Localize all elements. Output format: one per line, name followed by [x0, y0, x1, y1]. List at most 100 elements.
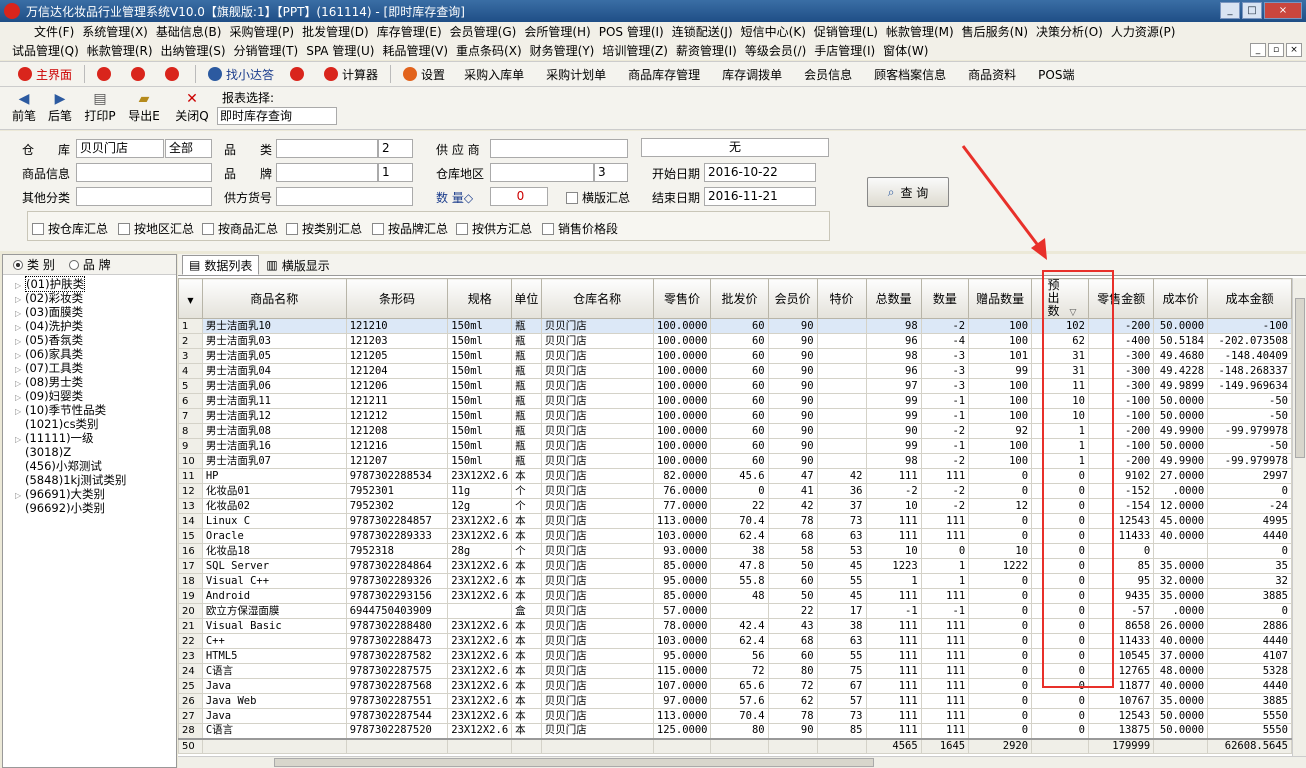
tree-item[interactable]: ▷ (11111)一级	[3, 431, 176, 445]
table-row[interactable]: 21 Visual Basic 9787302288480 23X12X2.6 本贝贝门…	[178, 618, 1292, 634]
table-row[interactable]: 16 化妆品18 7952318 28g 个贝贝门店 93.0000 38 58 53 10 0 10…	[178, 543, 1292, 559]
menu-item-5[interactable]: 库存管理(E)	[373, 23, 446, 40]
row-number[interactable]: 24	[178, 663, 203, 679]
row-number[interactable]: 6	[178, 393, 203, 409]
restore-button[interactable]: □	[1242, 2, 1262, 19]
toolbar-link-6[interactable]: 商品资料	[957, 63, 1027, 85]
category-radio[interactable]: 类 别	[13, 256, 55, 273]
column-header-8[interactable]: 会员价	[767, 278, 818, 319]
row-number[interactable]: 7	[178, 408, 203, 424]
menu2-item-9[interactable]: 薪资管理(I)	[672, 42, 741, 59]
menu2-item-2[interactable]: 出纳管理(S)	[157, 42, 230, 59]
menu-item-14[interactable]: 决策分析(O)	[1032, 23, 1107, 40]
menu-item-4[interactable]: 批发管理(D)	[298, 23, 373, 40]
row-number[interactable]: 2	[178, 333, 203, 349]
brand-radio[interactable]: 品 牌	[68, 256, 111, 273]
table-row[interactable]: 18 Visual C++ 9787302289326 23X12X2.6 本贝贝门店 9…	[178, 573, 1292, 589]
menu2-item-11[interactable]: 手店管理(I)	[810, 42, 879, 59]
tree-item[interactable]: (5848)1kj测试类别	[3, 473, 176, 487]
row-number[interactable]: 11	[178, 468, 203, 484]
menu-item-12[interactable]: 帐款管理(M)	[882, 23, 958, 40]
table-row[interactable]: 1 男士洁面乳10 121210 150ml 瓶贝贝门店 100.0000 60 90 98 -2…	[178, 318, 1292, 334]
brand-field[interactable]	[276, 163, 378, 182]
menu-item-11[interactable]: 促销管理(L)	[810, 23, 882, 40]
column-header-11[interactable]: 数量	[920, 278, 970, 319]
menu-item-0[interactable]: 文件(F)	[30, 23, 78, 40]
filter-icon[interactable]: ▽	[1070, 308, 1077, 318]
tree-item[interactable]: (96692)小类别	[3, 501, 176, 515]
menu-item-13[interactable]: 售后服务(N)	[958, 23, 1032, 40]
row-number[interactable]: 22	[178, 633, 203, 649]
tree-item[interactable]: ▷ (05)香氛类	[3, 333, 176, 347]
find-button[interactable]: 找小达答	[200, 63, 282, 85]
tree-item[interactable]: ▷ (07)工具类	[3, 361, 176, 375]
row-number[interactable]: 12	[178, 483, 203, 499]
row-number[interactable]: 8	[178, 423, 203, 439]
row-number[interactable]: 18	[178, 573, 203, 589]
expand-icon[interactable]: ▷	[15, 433, 25, 447]
table-row[interactable]: 26 Java Web 9787302287551 23X12X2.6 本贝贝门店 97.…	[178, 693, 1292, 709]
menu-item-10[interactable]: 短信中心(K)	[737, 23, 810, 40]
row-number[interactable]: 16	[178, 543, 203, 559]
menu-item-7[interactable]: 会所管理(H)	[520, 23, 594, 40]
row-number[interactable]: 23	[178, 648, 203, 664]
table-row[interactable]: 11 HP 9787302288534 23X12X2.6 本贝贝门店 82.0000 45…	[178, 468, 1292, 484]
category-field[interactable]	[276, 139, 378, 158]
mdi-minimize-button[interactable]: _	[1250, 43, 1266, 57]
tab-data-list[interactable]: ▤ 数据列表	[182, 255, 260, 275]
toolbar-link-4[interactable]: 会员信息	[793, 63, 863, 85]
sum-option-0[interactable]: 按仓库汇总	[32, 220, 108, 237]
other-category-field[interactable]	[76, 187, 212, 206]
mdi-close-button[interactable]: ×	[1286, 43, 1302, 57]
tab-landscape[interactable]: ▥ 横版显示	[259, 255, 336, 275]
table-row[interactable]: 7 男士洁面乳12 121212 150ml 瓶贝贝门店 100.0000 60 90 99 -1…	[178, 408, 1292, 424]
sum-option-6[interactable]: 销售价格段	[542, 220, 618, 237]
row-number[interactable]: 5	[178, 378, 203, 394]
toolbar-link-5[interactable]: 顾客档案信息	[863, 63, 957, 85]
row-number[interactable]: 14	[178, 513, 203, 529]
sum-option-3[interactable]: 按类别汇总	[286, 220, 362, 237]
menu2-item-1[interactable]: 帐款管理(R)	[83, 42, 157, 59]
table-row[interactable]: 17 SQL Server 9787302284864 23X12X2.6 本贝贝门店 8…	[178, 558, 1292, 574]
menu2-item-5[interactable]: 耗品管理(V)	[378, 42, 452, 59]
lock-button[interactable]	[89, 63, 123, 85]
row-number[interactable]: 1	[178, 318, 203, 334]
expand-icon[interactable]: ▷	[15, 405, 25, 419]
tree-item[interactable]: ▷ (01)护肤类	[3, 276, 176, 292]
prev-button[interactable]: ◀ 前笔	[4, 91, 44, 124]
end-date-field[interactable]: 2016-11-21	[704, 187, 816, 206]
tree-item[interactable]: (3018)Z	[3, 445, 176, 459]
menu-item-3[interactable]: 采购管理(P)	[225, 23, 298, 40]
sum-option-4[interactable]: 按品牌汇总	[372, 220, 448, 237]
menu-item-9[interactable]: 连锁配送(J)	[668, 23, 737, 40]
row-number[interactable]: 13	[178, 498, 203, 514]
column-header-10[interactable]: 总数量	[865, 278, 922, 319]
tree-item[interactable]: ▷ (08)男士类	[3, 375, 176, 389]
table-row[interactable]: 9 男士洁面乳16 121216 150ml 瓶贝贝门店 100.0000 60 90 99 -1…	[178, 438, 1292, 454]
menu2-item-4[interactable]: SPA 管理(U)	[302, 42, 378, 59]
minimize-button[interactable]: _	[1220, 2, 1240, 19]
data-grid[interactable]: ▼ 商品名称 条形码 规格 单位 仓库名称 零售价 批发价 会员价 特价 总数量 数量 赠品数量 预出数 ▽…	[178, 278, 1292, 756]
supplier-field[interactable]	[490, 139, 628, 158]
toolbar-link-1[interactable]: 采购计划单	[535, 63, 617, 85]
landscape-sum-checkbox[interactable]: 横版汇总	[566, 189, 630, 206]
column-header-3[interactable]: 规格	[447, 278, 513, 319]
house-button[interactable]	[282, 63, 316, 85]
menu2-item-12[interactable]: 窗体(W)	[879, 42, 932, 59]
tree-item[interactable]: ▷ (02)彩妆类	[3, 291, 176, 305]
next-button[interactable]: ▶ 后笔	[40, 91, 80, 124]
menu2-item-0[interactable]: 试品管理(Q)	[8, 42, 83, 59]
start-date-field[interactable]: 2016-10-22	[704, 163, 816, 182]
column-header-15[interactable]: 成本价	[1153, 278, 1209, 319]
table-row[interactable]: 15 Oracle 9787302289333 23X12X2.6 本贝贝门店 103.0…	[178, 528, 1292, 544]
settings-button[interactable]: 设置	[395, 63, 453, 85]
row-number[interactable]: 28	[178, 723, 203, 739]
expand-icon[interactable]: ▷	[15, 489, 25, 503]
row-number[interactable]: 25	[178, 678, 203, 694]
row-number[interactable]: 10	[178, 453, 203, 469]
tree-item[interactable]: (456)小郑测试	[3, 459, 176, 473]
export-button[interactable]: ▰ 导出E	[124, 91, 164, 124]
table-row[interactable]: 3 男士洁面乳05 121205 150ml 瓶贝贝门店 100.0000 60 90 98 -3…	[178, 348, 1292, 364]
close-window-button[interactable]: ×	[1264, 2, 1302, 19]
toolbar-link-7[interactable]: POS端	[1027, 63, 1085, 85]
